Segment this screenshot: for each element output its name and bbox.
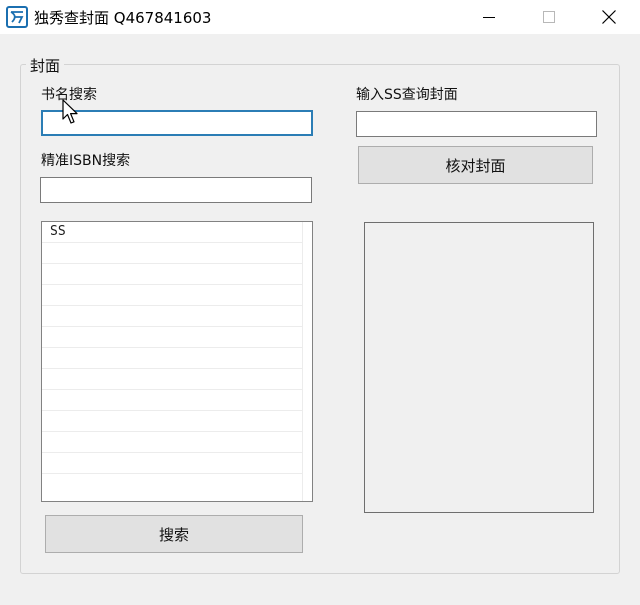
window-title: 独秀查封面 Q467841603	[34, 9, 212, 27]
list-item[interactable]	[42, 348, 302, 369]
list-item[interactable]	[42, 432, 302, 453]
list-item[interactable]	[42, 411, 302, 432]
app-logo-icon	[6, 6, 28, 28]
minimize-icon	[483, 17, 495, 18]
list-item[interactable]	[42, 453, 302, 474]
cover-preview-image	[364, 222, 594, 513]
title-search-label: 书名搜索	[41, 87, 97, 103]
maximize-button[interactable]	[526, 0, 572, 34]
close-icon	[602, 10, 616, 24]
maximize-icon	[543, 11, 555, 23]
title-bar: 独秀查封面 Q467841603	[0, 0, 640, 34]
groupbox-title: 封面	[26, 55, 65, 76]
ss-query-label: 输入SS查询封面	[356, 87, 458, 103]
list-scroll-gutter	[302, 222, 303, 501]
title-search-input[interactable]	[41, 110, 313, 136]
list-item[interactable]	[42, 369, 302, 390]
isbn-search-label: 精准ISBN搜索	[41, 153, 131, 169]
minimize-button[interactable]	[466, 0, 512, 34]
search-button[interactable]: 搜索	[45, 515, 303, 553]
list-item[interactable]	[42, 285, 302, 306]
list-item[interactable]	[42, 327, 302, 348]
list-item[interactable]	[42, 390, 302, 411]
isbn-search-input[interactable]	[40, 177, 312, 203]
results-listbox[interactable]: SS	[41, 221, 313, 502]
ss-query-input[interactable]	[356, 111, 597, 137]
check-cover-button[interactable]: 核对封面	[358, 146, 593, 184]
close-button[interactable]	[586, 0, 632, 34]
list-item[interactable]	[42, 264, 302, 285]
list-item[interactable]	[42, 243, 302, 264]
list-item[interactable]	[42, 306, 302, 327]
list-item[interactable]: SS	[42, 222, 302, 243]
